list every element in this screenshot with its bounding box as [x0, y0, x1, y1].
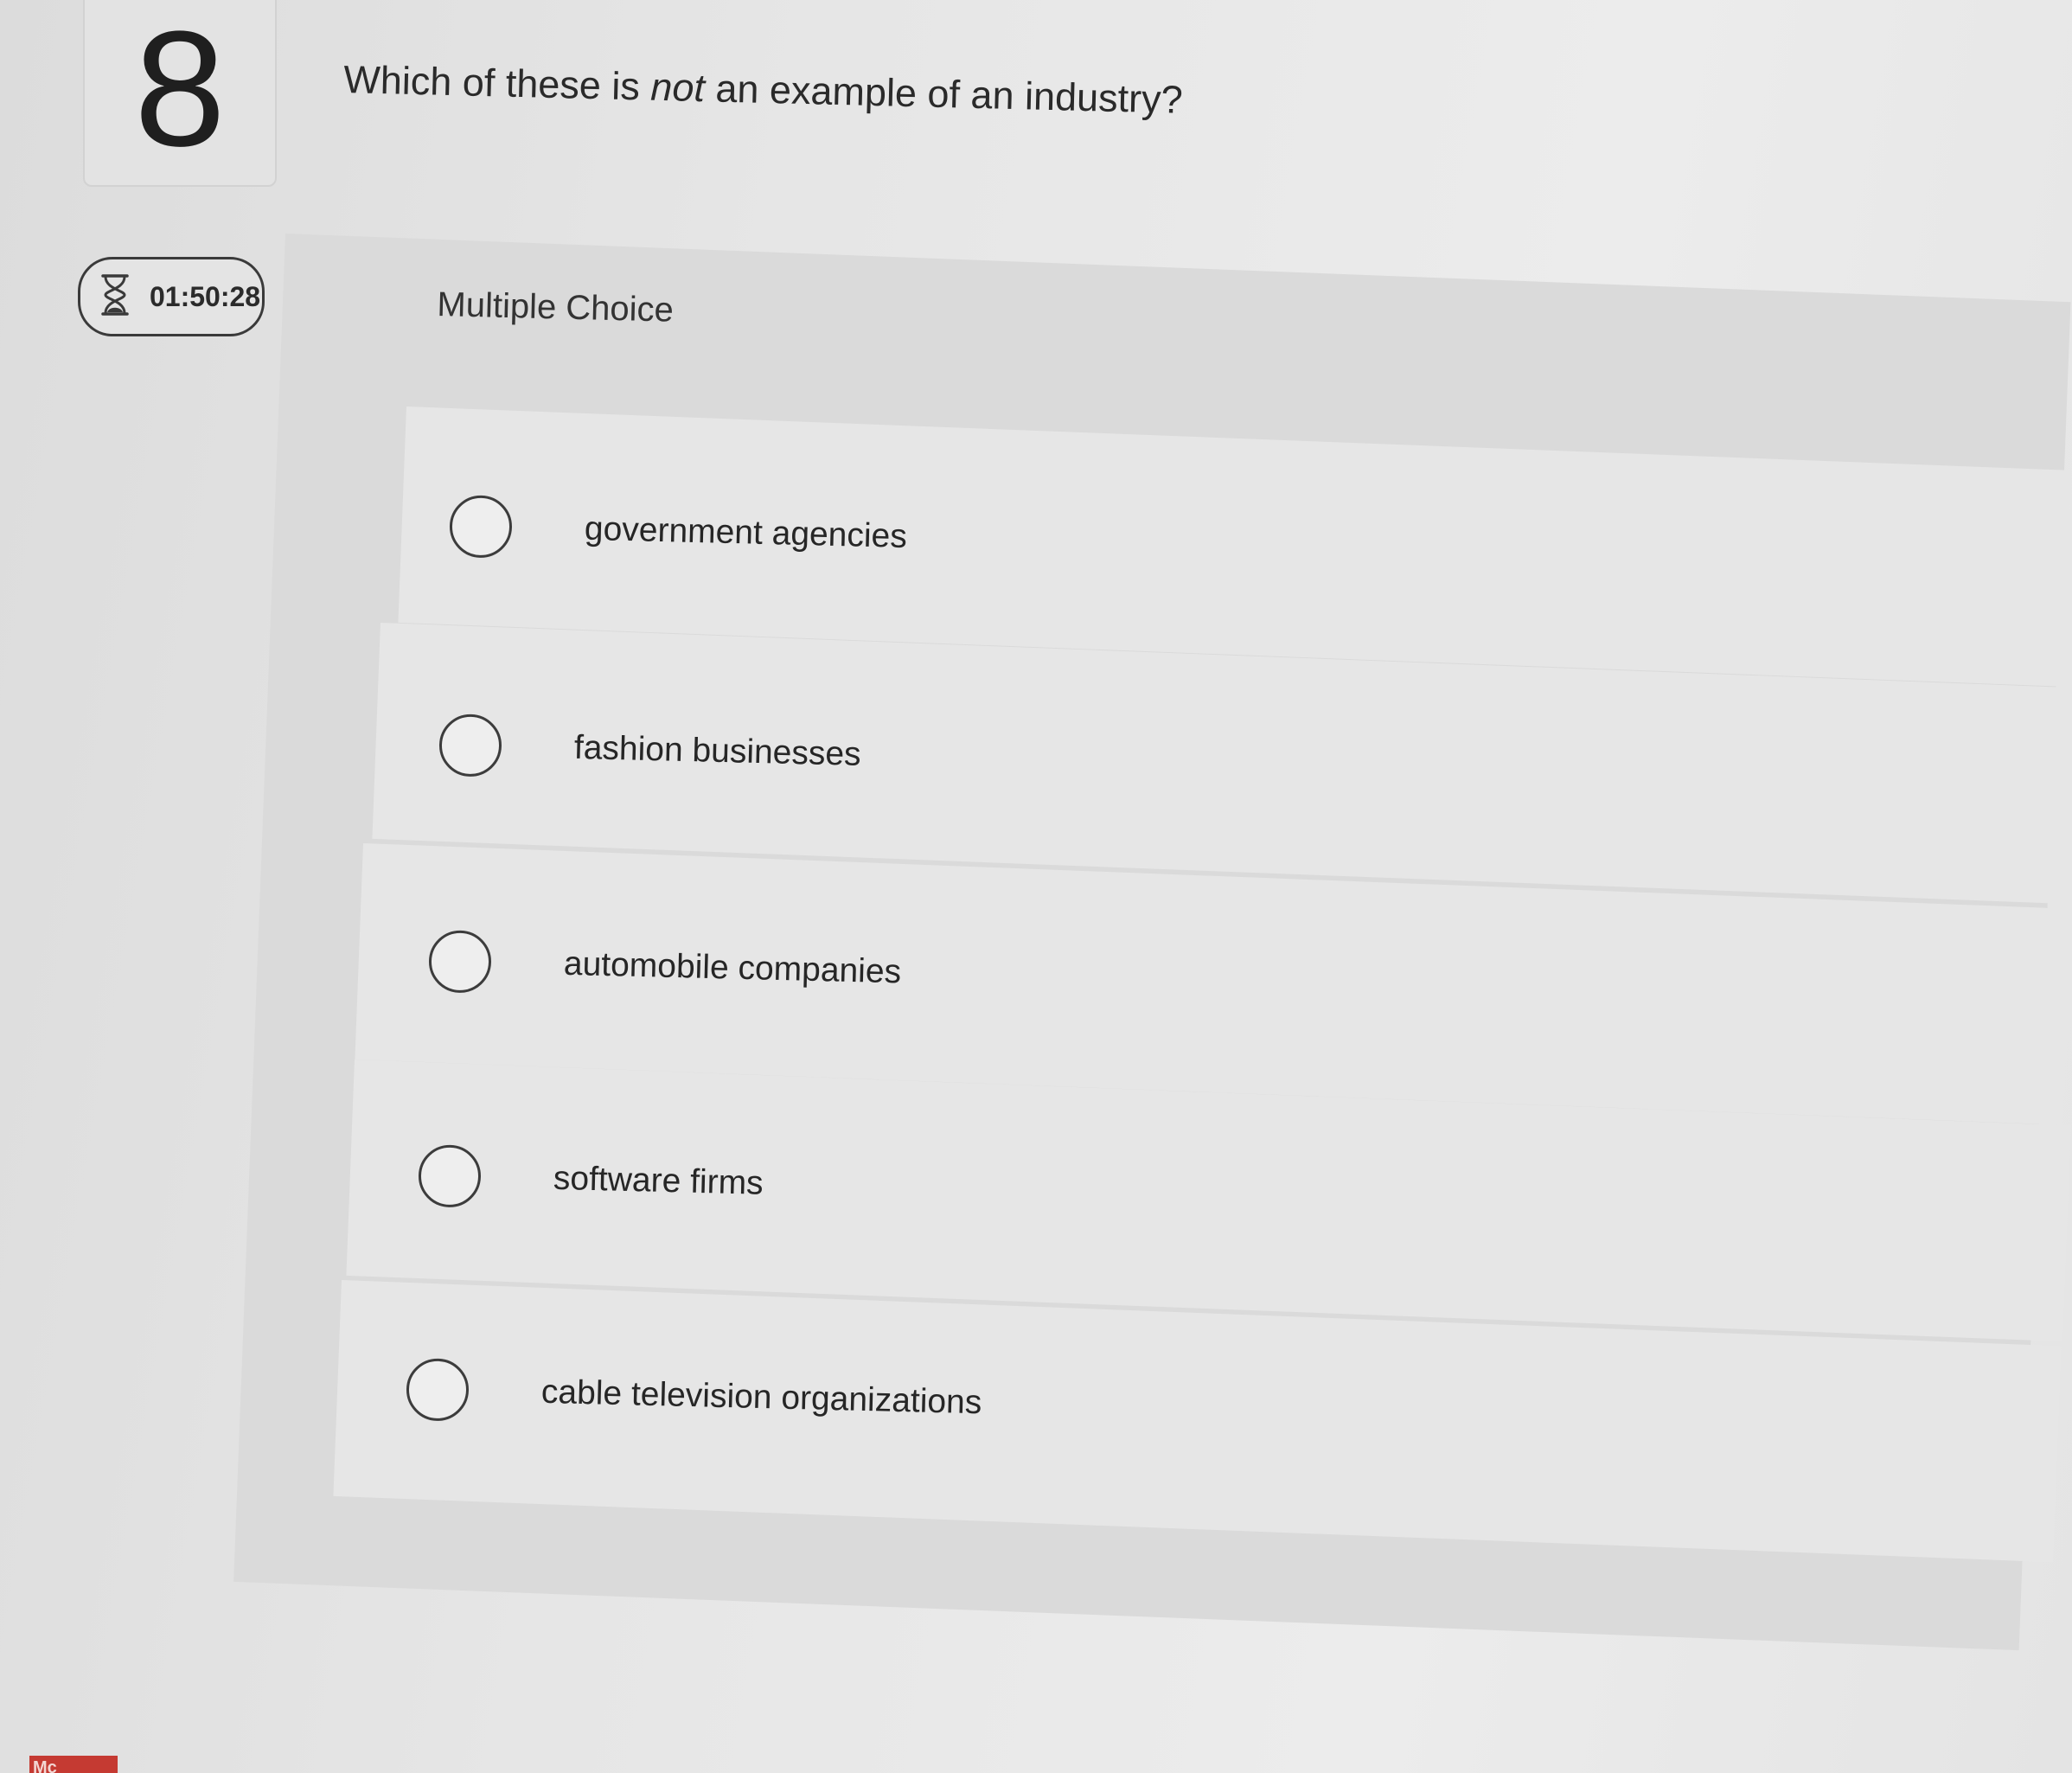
- radio-button[interactable]: [449, 495, 513, 559]
- question-number-box: 8: [83, 0, 277, 187]
- timer-value: 01:50:28: [150, 280, 261, 312]
- radio-button[interactable]: [418, 1144, 482, 1208]
- question-type-label: Multiple Choice: [436, 285, 675, 330]
- radio-button[interactable]: [428, 930, 492, 994]
- answer-option[interactable]: government agencies: [449, 495, 908, 568]
- question-number: 8: [134, 0, 226, 181]
- answer-option-label: cable television organizations: [540, 1373, 982, 1422]
- answer-option[interactable]: software firms: [418, 1144, 764, 1215]
- radio-button[interactable]: [406, 1358, 470, 1422]
- answer-option-label: fashion businesses: [573, 728, 862, 773]
- timer-badge[interactable]: 01:50:28: [78, 257, 265, 336]
- question-text-end: an example of an industry?: [704, 66, 1184, 122]
- answer-option-label: government agencies: [584, 509, 908, 555]
- hourglass-icon: [99, 273, 131, 321]
- question-text-emphasis: not: [649, 64, 706, 111]
- question-text-start: Which of these is: [342, 57, 652, 109]
- answer-option-label: automobile companies: [563, 944, 902, 991]
- question-text: Which of these is not an example of an i…: [343, 57, 1184, 123]
- answer-option[interactable]: automobile companies: [428, 930, 902, 1003]
- answer-option-label: software firms: [553, 1159, 764, 1202]
- radio-button[interactable]: [438, 714, 502, 778]
- brand-logo: Mc: [29, 1756, 118, 1773]
- answer-option[interactable]: fashion businesses: [438, 714, 861, 786]
- quiz-page: 8 01:50:28 Which of these is not an exam…: [0, 0, 2072, 1773]
